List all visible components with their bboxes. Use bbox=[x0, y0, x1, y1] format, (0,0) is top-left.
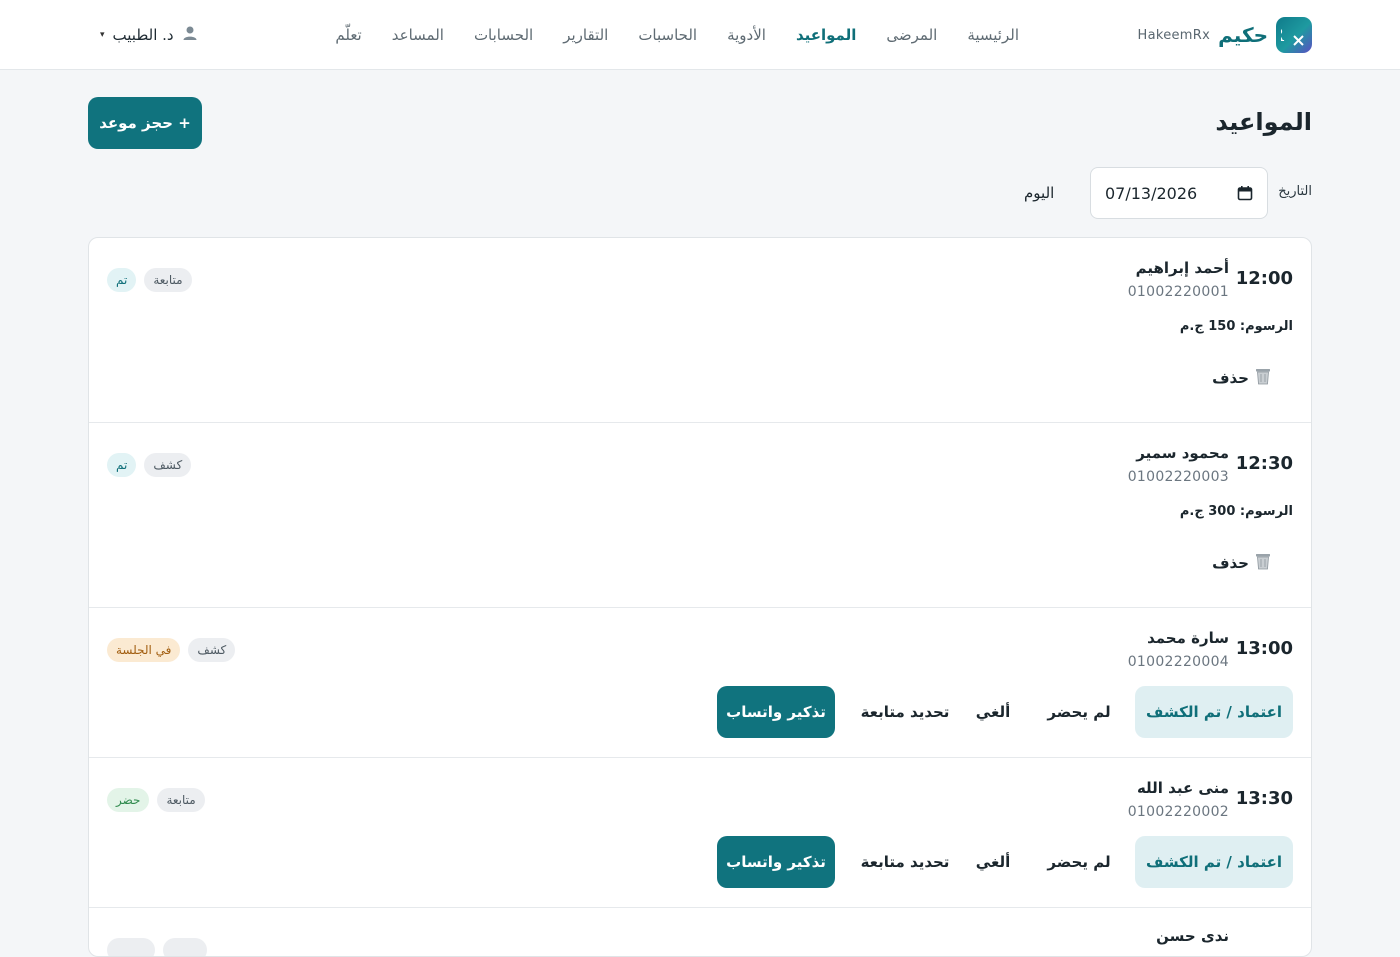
nav-item-medicines[interactable]: الأدوية bbox=[727, 26, 766, 44]
no-show-button[interactable]: لم يحضر bbox=[1023, 686, 1135, 738]
whatsapp-reminder-button[interactable]: تذكير واتساب bbox=[717, 836, 835, 888]
nav-item-assistant[interactable]: المساعد bbox=[392, 26, 444, 44]
status-badge bbox=[107, 938, 155, 956]
appointment-time: 12:00 bbox=[1235, 268, 1293, 289]
delete-label: حذف bbox=[1212, 369, 1249, 387]
confirm-visit-button[interactable]: اعتماد / تم الكشف bbox=[1135, 836, 1293, 888]
delete-button[interactable]: حذف bbox=[1212, 552, 1271, 574]
top-navbar: R حكيم HakeemRx الرئيسية المرضى المواعيد… bbox=[0, 0, 1400, 70]
status-badge: حضر bbox=[107, 788, 150, 812]
patient-name[interactable]: سارة محمد bbox=[1147, 629, 1229, 647]
appointment-row: 12:30 محمود سمير 01002220003 تم كشف الرس… bbox=[89, 423, 1311, 608]
whatsapp-reminder-button[interactable]: تذكير واتساب bbox=[717, 686, 835, 738]
nav-item-appointments[interactable]: المواعيد bbox=[796, 26, 856, 44]
status-badges: تم كشف bbox=[107, 453, 192, 477]
rx-logo-icon: R bbox=[1276, 17, 1312, 53]
patient-name[interactable]: أحمد إبراهيم bbox=[1136, 259, 1229, 277]
fee-label: الرسوم: bbox=[1239, 504, 1293, 519]
trash-icon bbox=[1255, 367, 1271, 389]
visit-type-badge: كشف bbox=[188, 638, 236, 662]
visit-type-badge: متابعة bbox=[144, 268, 192, 292]
calendar-icon[interactable] bbox=[1237, 185, 1253, 201]
nav-item-learn[interactable]: تعلّم bbox=[335, 26, 361, 44]
delete-label: حذف bbox=[1212, 554, 1249, 572]
status-badges bbox=[107, 938, 207, 956]
status-badges: حضر متابعة bbox=[107, 788, 205, 812]
date-picker-input[interactable]: 07/13/2026 bbox=[1090, 167, 1268, 219]
appointment-time: 13:30 bbox=[1235, 788, 1293, 809]
appointment-row: 13:00 سارة محمد 01002220004 في الجلسة كش… bbox=[89, 608, 1311, 758]
nav-item-accounts[interactable]: الحسابات bbox=[474, 26, 533, 44]
nav-item-reports[interactable]: التقارير bbox=[563, 26, 608, 44]
patient-name[interactable]: ندى حسن bbox=[1156, 927, 1229, 945]
date-label: التاريخ bbox=[1278, 184, 1312, 199]
fee-line: الرسوم: 300 ج.م bbox=[1180, 504, 1293, 519]
visit-type-badge: كشف bbox=[144, 453, 192, 477]
appointments-list: 12:00 أحمد إبراهيم 01002220001 تم متابعة… bbox=[88, 237, 1312, 957]
user-menu[interactable]: د. الطبيب ▾ bbox=[100, 24, 198, 46]
chevron-down-icon: ▾ bbox=[100, 30, 105, 40]
fee-value: 300 ج.م bbox=[1179, 504, 1236, 519]
brand-name-ar: حكيم bbox=[1218, 23, 1268, 47]
patient-phone: 01002220002 bbox=[1127, 804, 1229, 820]
cancel-appointment-button[interactable]: ألغي bbox=[963, 686, 1023, 738]
visit-type-badge bbox=[163, 938, 207, 956]
fee-line: الرسوم: 150 ج.م bbox=[1180, 319, 1293, 334]
brand-name-en: HakeemRx bbox=[1137, 27, 1211, 43]
cancel-appointment-button[interactable]: ألغي bbox=[963, 836, 1023, 888]
status-badge: في الجلسة bbox=[107, 638, 181, 662]
trash-icon bbox=[1255, 552, 1271, 574]
status-badge: تم bbox=[107, 453, 137, 477]
schedule-followup-button[interactable]: تحديد متابعة bbox=[847, 836, 963, 888]
appointment-actions: اعتماد / تم الكشف لم يحضر ألغي تحديد متا… bbox=[717, 836, 1293, 888]
fee-value: 150 ج.م bbox=[1179, 319, 1236, 334]
new-appointment-button[interactable]: + حجز موعد bbox=[88, 97, 202, 149]
nav-item-home[interactable]: الرئيسية bbox=[967, 26, 1019, 44]
today-button[interactable]: اليوم bbox=[1024, 184, 1054, 202]
appointment-row: ندى حسن bbox=[89, 908, 1311, 956]
brand[interactable]: R حكيم HakeemRx bbox=[1137, 17, 1312, 53]
no-show-button[interactable]: لم يحضر bbox=[1023, 836, 1135, 888]
nav-item-calculators[interactable]: الحاسبات bbox=[638, 26, 697, 44]
user-icon bbox=[182, 25, 198, 45]
appointment-row: 13:30 منى عبد الله 01002220002 حضر متابع… bbox=[89, 758, 1311, 908]
patient-phone: 01002220003 bbox=[1127, 469, 1229, 485]
appointment-actions: اعتماد / تم الكشف لم يحضر ألغي تحديد متا… bbox=[717, 686, 1293, 738]
status-badges: في الجلسة كشف bbox=[107, 638, 236, 662]
patient-name[interactable]: محمود سمير bbox=[1136, 444, 1229, 462]
appointment-time: 13:00 bbox=[1235, 638, 1293, 659]
appointment-time: 12:30 bbox=[1235, 453, 1293, 474]
visit-type-badge: متابعة bbox=[157, 788, 205, 812]
user-name: د. الطبيب bbox=[112, 26, 174, 44]
svg-text:R: R bbox=[1281, 25, 1285, 46]
delete-button[interactable]: حذف bbox=[1212, 367, 1271, 389]
appointment-row: 12:00 أحمد إبراهيم 01002220001 تم متابعة… bbox=[89, 238, 1311, 423]
status-badge: تم bbox=[107, 268, 137, 292]
status-badges: تم متابعة bbox=[107, 268, 192, 292]
page-title: المواعيد bbox=[1215, 108, 1312, 136]
nav-item-patients[interactable]: المرضى bbox=[886, 26, 937, 44]
schedule-followup-button[interactable]: تحديد متابعة bbox=[847, 686, 963, 738]
fee-label: الرسوم: bbox=[1239, 319, 1293, 334]
patient-phone: 01002220004 bbox=[1127, 654, 1229, 670]
patient-phone: 01002220001 bbox=[1127, 284, 1229, 300]
patient-name[interactable]: منى عبد الله bbox=[1137, 779, 1229, 797]
date-value: 07/13/2026 bbox=[1105, 183, 1198, 203]
confirm-visit-button[interactable]: اعتماد / تم الكشف bbox=[1135, 686, 1293, 738]
main-nav: الرئيسية المرضى المواعيد الأدوية الحاسبا… bbox=[335, 22, 1019, 48]
